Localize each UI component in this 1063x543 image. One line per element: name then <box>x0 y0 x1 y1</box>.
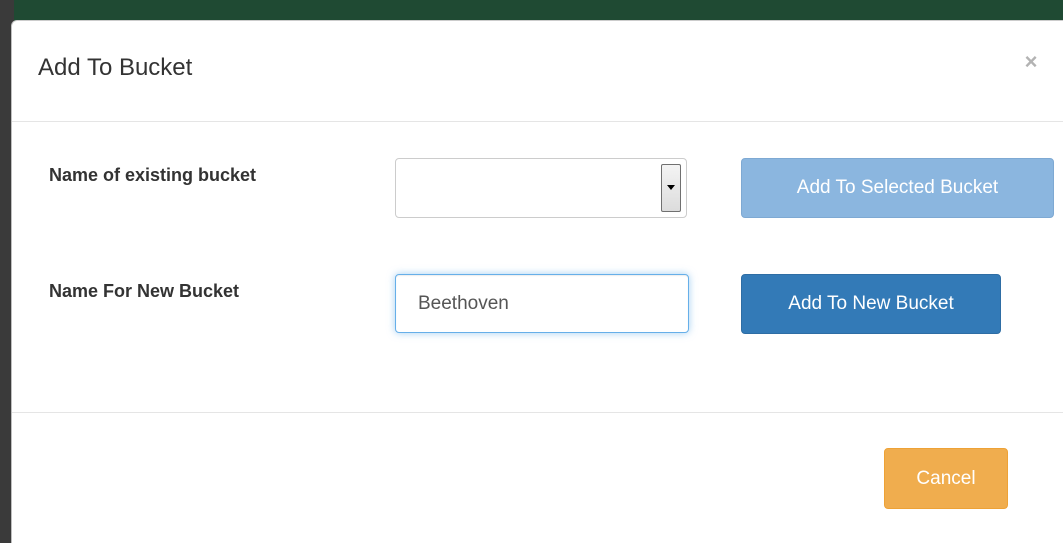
dialog-body: Name of existing bucket Add To Selected … <box>12 122 1063 413</box>
page-backdrop-header <box>0 0 1063 22</box>
new-bucket-label: Name For New Bucket <box>49 281 240 301</box>
existing-bucket-label: Name of existing bucket <box>49 165 257 185</box>
add-to-new-bucket-button[interactable]: Add To New Bucket <box>741 274 1001 334</box>
add-to-selected-bucket-button[interactable]: Add To Selected Bucket <box>741 158 1054 218</box>
add-to-bucket-dialog: Add To Bucket × Name of existing bucket … <box>11 20 1063 543</box>
cancel-button[interactable]: Cancel <box>884 448 1008 509</box>
close-icon[interactable]: × <box>1019 50 1043 74</box>
dialog-title: Add To Bucket <box>38 54 193 81</box>
new-bucket-name-input[interactable] <box>395 274 689 333</box>
dialog-header: Add To Bucket × <box>12 21 1063 122</box>
existing-bucket-select[interactable] <box>395 158 687 218</box>
chevron-down-icon[interactable] <box>661 164 681 212</box>
dialog-footer: Cancel <box>12 413 1063 543</box>
